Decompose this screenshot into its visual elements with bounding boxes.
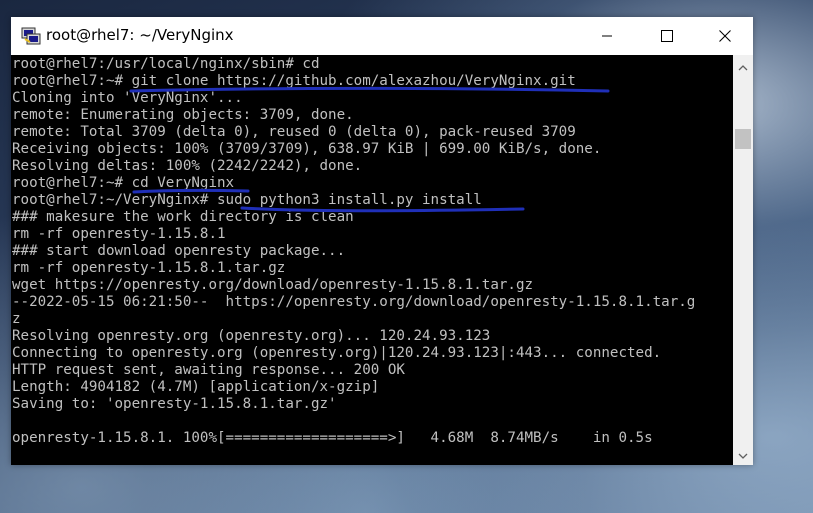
terminal-line: ### start download openresty package... — [12, 243, 346, 259]
title-bar[interactable]: root@rhel7: ~/VeryNginx — [11, 17, 753, 55]
close-icon — [719, 27, 731, 46]
close-button[interactable] — [697, 17, 753, 55]
terminal-line: wget https://openresty.org/download/open… — [12, 277, 534, 293]
terminal-line: remote: Total 3709 (delta 0), reused 0 (… — [12, 124, 576, 140]
terminal-line: rm -rf openresty-1.15.8.1.tar.gz — [12, 260, 286, 276]
terminal-line: rm -rf openresty-1.15.8.1 — [12, 226, 226, 242]
terminal-window: root@rhel7: ~/VeryNginx root@rhel7:/usr/… — [11, 17, 753, 465]
terminal-line: Cloning into 'VeryNginx'... — [12, 90, 243, 106]
terminal-line: root@rhel7:~/VeryNginx# sudo python3 ins… — [12, 192, 482, 208]
terminal-line: root@rhel7:~# cd VeryNginx — [12, 175, 235, 191]
scrollbar-thumb[interactable] — [735, 129, 751, 149]
maximize-button[interactable] — [637, 17, 697, 55]
terminal-line: Connecting to openresty.org (openresty.o… — [12, 345, 662, 361]
terminal-line: Receiving objects: 100% (3709/3709), 638… — [12, 141, 602, 157]
terminal-output[interactable]: root@rhel7:/usr/local/nginx/sbin# cd roo… — [11, 55, 733, 465]
window-title: root@rhel7: ~/VeryNginx — [46, 26, 234, 44]
terminal-line: remote: Enumerating objects: 3709, done. — [12, 107, 354, 123]
terminal-line: z — [12, 311, 21, 327]
scroll-up-button[interactable] — [733, 57, 753, 75]
terminal-line: ### makesure the work directory is clean — [12, 209, 354, 225]
terminal-line: Length: 4904182 (4.7M) [application/x-gz… — [12, 379, 380, 395]
terminal-line: --2022-05-15 06:21:50-- https://openrest… — [12, 294, 696, 310]
scroll-up-arrow-icon — [738, 57, 748, 76]
terminal-line: Resolving deltas: 100% (2242/2242), done… — [12, 158, 363, 174]
terminal-line: root@rhel7:/usr/local/nginx/sbin# cd — [12, 56, 320, 72]
minimize-icon — [601, 27, 613, 46]
terminal-lines: root@rhel7:/usr/local/nginx/sbin# cd roo… — [12, 56, 695, 447]
minimize-button[interactable] — [577, 17, 637, 55]
terminal-line: HTTP request sent, awaiting response... … — [12, 362, 405, 378]
scroll-down-button[interactable] — [733, 445, 753, 463]
scroll-down-arrow-icon — [738, 445, 748, 464]
terminal-line: openresty-1.15.8.1. 100%[===============… — [12, 430, 653, 446]
terminal-line: Saving to: 'openresty-1.15.8.1.tar.gz' — [12, 396, 337, 412]
maximize-icon — [661, 27, 673, 46]
putty-icon — [21, 27, 41, 45]
terminal-line: Resolving openresty.org (openresty.org).… — [12, 328, 491, 344]
terminal-line: root@rhel7:~# git clone https://github.c… — [12, 73, 576, 89]
vertical-scrollbar[interactable] — [733, 55, 753, 465]
